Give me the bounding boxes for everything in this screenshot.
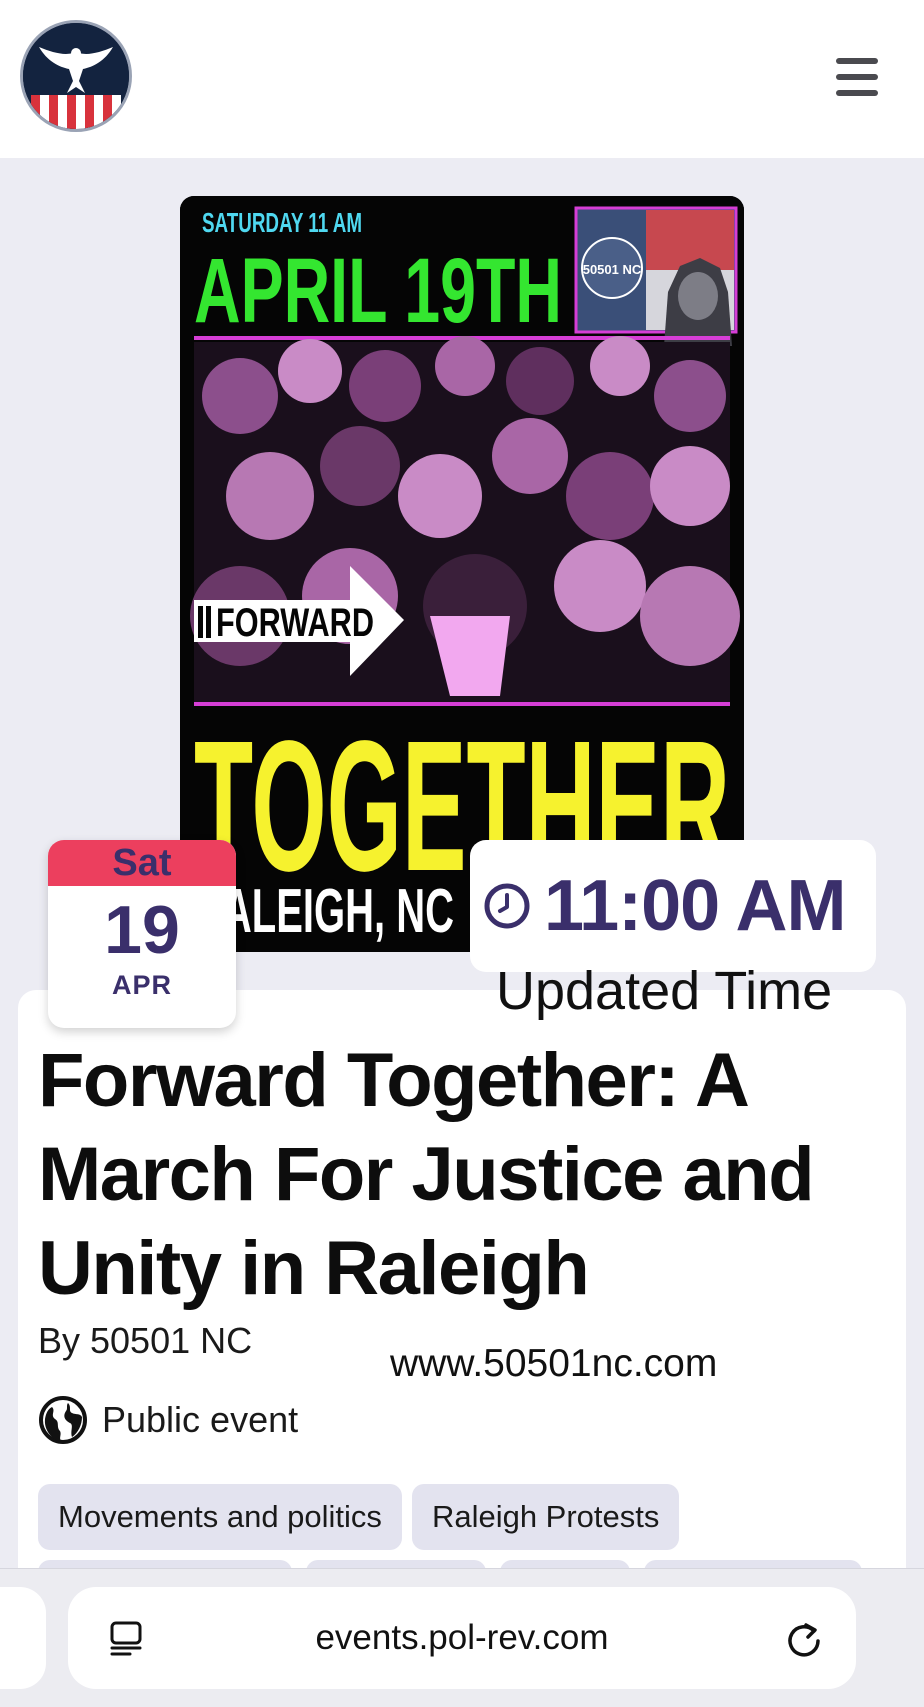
date-badge: Sat 19 APR	[48, 840, 236, 1028]
event-title: Forward Together: A March For Justice an…	[38, 1038, 815, 1311]
address-bar[interactable]: events.pol-rev.com	[68, 1587, 856, 1689]
visibility-label: Public event	[102, 1399, 299, 1440]
tag-list: Movements and politics Raleigh Protests	[38, 1484, 680, 1550]
time-badge: 11:00 AM	[470, 840, 876, 972]
event-poster-image: SATURDAY 11 AM APRIL 19TH 50501 NC FORWA…	[180, 196, 744, 952]
visibility-row: Public event	[38, 1392, 298, 1448]
poster-badge-text: 50501 NC	[583, 262, 642, 277]
poster-forward: FORWARD	[216, 601, 374, 645]
poster-top-line: SATURDAY 11 AM	[202, 207, 362, 238]
event-time: 11:00 AM	[544, 866, 846, 946]
event-page: SATURDAY 11 AM APRIL 19TH 50501 NC FORWA…	[0, 0, 924, 1707]
previous-tab-preview[interactable]	[0, 1587, 46, 1689]
time-updated-note: Updated Time	[496, 961, 833, 1021]
site-logo[interactable]	[20, 20, 132, 132]
tag-movements-and-politics[interactable]: Movements and politics	[38, 1484, 402, 1550]
date-badge-weekday: Sat	[48, 840, 236, 886]
clock-icon	[484, 883, 530, 929]
browser-toolbar: events.pol-rev.com	[0, 1568, 924, 1707]
hamburger-menu-icon[interactable]	[836, 58, 878, 96]
organizer-website: www.50501nc.com	[390, 1342, 718, 1385]
date-badge-month: APR	[111, 970, 172, 1000]
globe-icon	[39, 1396, 87, 1444]
site-header	[0, 0, 924, 158]
reload-icon[interactable]	[784, 1619, 824, 1659]
organizer-byline[interactable]: By 50501 NC	[38, 1320, 252, 1362]
address-bar-url[interactable]: events.pol-rev.com	[68, 1587, 856, 1689]
tag-raleigh-protests[interactable]: Raleigh Protests	[411, 1484, 680, 1550]
date-badge-day: 19	[104, 892, 180, 968]
poster-date: APRIL 19TH	[194, 240, 562, 342]
